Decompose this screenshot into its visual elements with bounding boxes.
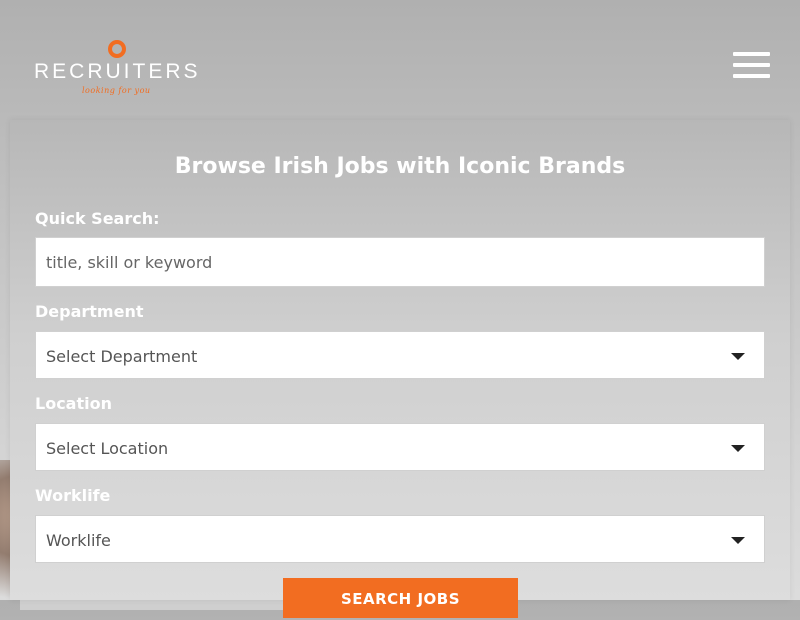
worklife-select[interactable]: Worklife (35, 515, 765, 563)
hamburger-icon-bar (733, 74, 770, 78)
logo-tagline: looking for you (82, 86, 151, 95)
location-selected-value: Select Location (46, 439, 169, 458)
location-label: Location (35, 394, 112, 413)
worklife-selected-value: Worklife (46, 531, 111, 550)
job-search-panel: Browse Irish Jobs with Iconic Brands Qui… (10, 120, 790, 618)
logo-ring-icon (108, 40, 126, 58)
panel-title: Browse Irish Jobs with Iconic Brands (174, 154, 626, 179)
search-jobs-button[interactable]: SEARCH JOBS (283, 578, 518, 618)
worklife-label: Worklife (35, 486, 111, 505)
chevron-down-icon (731, 353, 745, 360)
hamburger-icon-bar (733, 63, 770, 67)
chevron-down-icon (731, 537, 745, 544)
department-select[interactable]: Select Department (35, 331, 765, 379)
chevron-down-icon (731, 445, 745, 452)
quick-search-label: Quick Search: (35, 209, 160, 228)
location-select[interactable]: Select Location (35, 423, 765, 471)
department-label: Department (35, 302, 144, 321)
department-selected-value: Select Department (46, 347, 198, 366)
logo-text: RECRUITERS (34, 60, 201, 83)
quick-search-field[interactable] (35, 237, 765, 287)
hamburger-icon-bar (733, 52, 770, 56)
recruiters-logo[interactable]: RECRUITERS looking for you (34, 38, 214, 98)
quick-search-input[interactable] (36, 238, 764, 286)
hamburger-menu-button[interactable] (733, 52, 771, 78)
